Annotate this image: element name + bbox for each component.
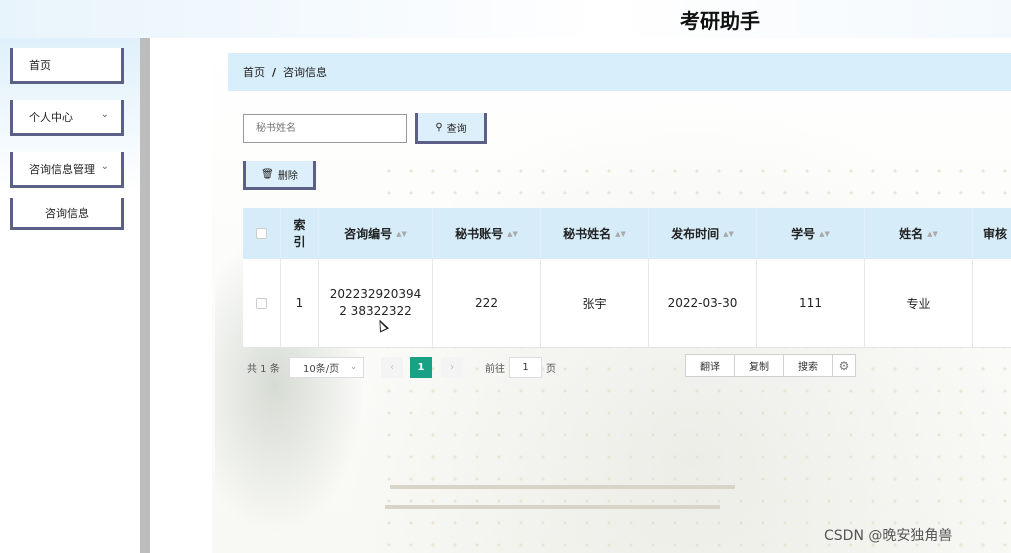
chevron-down-icon: ⌄ xyxy=(350,362,357,371)
row-checkbox[interactable] xyxy=(256,297,267,309)
top-header: 考研助手 xyxy=(0,0,1011,38)
pagination-total: 共 1 条 xyxy=(247,363,280,375)
app-title: 考研助手 xyxy=(680,9,760,33)
query-button[interactable]: ⚲ 查询 xyxy=(415,113,487,144)
selection-toolbar: 翻译 复制 搜索 ⚙ xyxy=(685,354,856,377)
sidebar-item-label: 咨询信息 xyxy=(45,206,89,220)
column-header-label: 姓名 xyxy=(899,227,924,241)
row-select-cell xyxy=(243,259,281,347)
data-table: 索引 咨询编号 ▲▼ 秘书账号 ▲▼ 秘书姓名 ▲▼ 发布时间 ▲▼ 学号 ▲▼ 姓名 ▲▼… xyxy=(243,208,1011,348)
column-header-label: 发布时间 xyxy=(671,227,720,241)
table-row: 1 2022329203942 38322322 222 张宇 2022-03-… xyxy=(243,259,1011,348)
query-button-label: 查询 xyxy=(446,123,467,135)
sidebar-item-label: 首页 xyxy=(29,58,51,72)
column-header-student-no[interactable]: 学号 ▲▼ xyxy=(757,208,865,259)
translate-button[interactable]: 翻译 xyxy=(686,355,735,376)
goto-suffix: 页 xyxy=(546,363,556,375)
column-header-label: 学号 xyxy=(791,227,816,241)
column-header-index: 索引 xyxy=(281,208,319,259)
goto-prefix: 前往 xyxy=(485,363,505,375)
header-select-cell xyxy=(243,208,281,259)
column-header-consult-id[interactable]: 咨询编号 ▲▼ xyxy=(319,208,433,259)
column-header-secretary-name[interactable]: 秘书姓名 ▲▼ xyxy=(541,208,649,259)
sidebar-item-label: 个人中心 xyxy=(29,110,73,124)
sort-icon[interactable]: ▲▼ xyxy=(927,230,938,238)
trash-icon: 🗑 xyxy=(261,168,274,180)
cell-publish-time: 2022-03-30 xyxy=(649,259,757,347)
sidebar-item-label: 咨询信息管理 xyxy=(29,162,95,176)
cell-consult-id: 2022329203942 38322322 xyxy=(319,259,433,347)
cell-secretary-account: 222 xyxy=(433,259,541,347)
prev-page-button[interactable]: ‹ xyxy=(381,357,403,378)
breadcrumb: 首页 / 咨询信息 xyxy=(228,53,1011,91)
cell-audit xyxy=(973,259,1011,347)
column-header-label: 秘书账号 xyxy=(455,227,504,241)
background-frame xyxy=(390,485,735,489)
sort-icon[interactable]: ▲▼ xyxy=(615,230,626,238)
search-button[interactable]: 搜索 xyxy=(784,355,833,376)
column-header-secretary-account[interactable]: 秘书账号 ▲▼ xyxy=(433,208,541,259)
breadcrumb-current: 咨询信息 xyxy=(283,66,328,79)
sidebar-item-personal-center[interactable]: 个人中心 ⌄ xyxy=(10,100,124,136)
page-number-button[interactable]: 1 xyxy=(410,357,432,378)
cell-secretary-name: 张宇 xyxy=(541,259,649,347)
column-header-name[interactable]: 姓名 ▲▼ xyxy=(865,208,973,259)
search-icon: ⚲ xyxy=(435,121,443,133)
page-size-select[interactable]: 10条/页 ⌄ xyxy=(289,357,364,378)
chevron-left-icon: ‹ xyxy=(390,362,394,373)
sidebar-item-consult-info[interactable]: 咨询信息 xyxy=(10,198,124,230)
table-header: 索引 咨询编号 ▲▼ 秘书账号 ▲▼ 秘书姓名 ▲▼ 发布时间 ▲▼ 学号 ▲▼ 姓名 ▲▼… xyxy=(243,208,1011,259)
search-input[interactable] xyxy=(243,114,407,143)
sort-icon[interactable]: ▲▼ xyxy=(396,230,407,238)
sidebar-scrollbar[interactable] xyxy=(140,38,150,553)
chevron-right-icon: › xyxy=(450,362,454,373)
sidebar-item-home[interactable]: 首页 xyxy=(10,48,124,84)
page-size-label: 10条/页 xyxy=(303,364,340,375)
goto-page-input[interactable]: 1 xyxy=(509,357,542,378)
background-frame xyxy=(385,505,720,509)
column-header-label: 咨询编号 xyxy=(344,227,393,241)
sort-icon[interactable]: ▲▼ xyxy=(723,230,734,238)
cell-index: 1 xyxy=(281,259,319,347)
watermark: CSDN @晚安独角兽 xyxy=(824,528,953,544)
column-header-publish-time[interactable]: 发布时间 ▲▼ xyxy=(649,208,757,259)
copy-button[interactable]: 复制 xyxy=(735,355,784,376)
select-all-checkbox[interactable] xyxy=(256,228,267,239)
sort-icon[interactable]: ▲▼ xyxy=(819,230,830,238)
delete-button-label: 删除 xyxy=(277,170,298,182)
sidebar-gap xyxy=(150,38,212,553)
chevron-down-icon: ⌄ xyxy=(100,109,109,120)
cell-student-no: 111 xyxy=(757,259,865,347)
chevron-down-icon: ⌄ xyxy=(100,161,109,172)
sort-icon[interactable]: ▲▼ xyxy=(507,230,518,238)
breadcrumb-separator: / xyxy=(272,65,277,79)
delete-button[interactable]: 🗑 删除 xyxy=(243,161,316,190)
gear-icon[interactable]: ⚙ xyxy=(833,355,855,376)
cell-name: 专业 xyxy=(865,259,973,347)
column-header-audit: 审核 xyxy=(973,208,1011,259)
breadcrumb-home[interactable]: 首页 xyxy=(243,64,265,80)
sidebar-item-consult-management[interactable]: 咨询信息管理 ⌄ xyxy=(10,152,124,188)
column-header-label: 秘书姓名 xyxy=(563,227,612,241)
next-page-button[interactable]: › xyxy=(441,357,463,378)
